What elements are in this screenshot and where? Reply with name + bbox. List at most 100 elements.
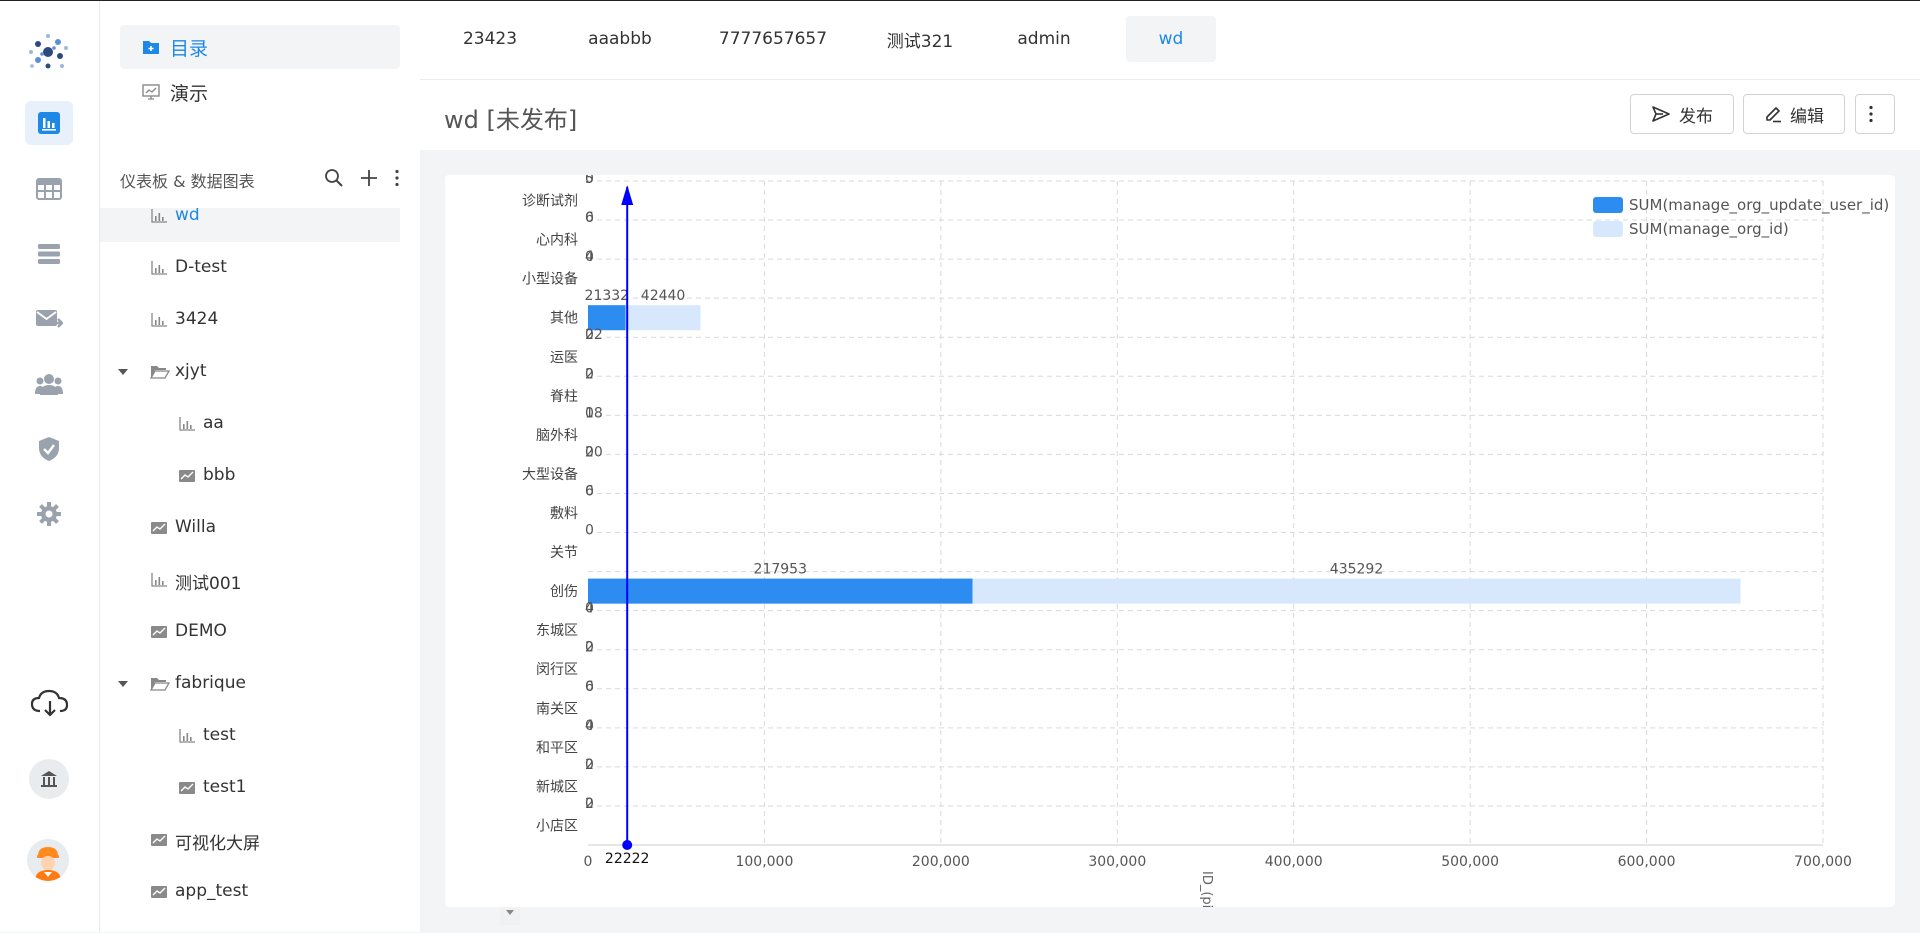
y-category-label: 运医 [550,350,578,366]
y-category-label: 新城区 [536,779,578,795]
tree-folder[interactable]: xjyt [100,346,400,398]
page-title: wd [未发布] [444,100,577,135]
tab-aaabbb[interactable]: aaabbb [560,16,680,62]
y-category-label: 东城区 [536,623,578,639]
publish-button[interactable]: 发布 [1630,94,1734,134]
app-logo[interactable] [26,30,70,74]
resource-tree-panel: 目录 演示 仪表板 & 数据图表 wd D-test 3424 xjyt aa bbb Wi… [100,1,420,932]
y-category-label: 小型设备 [522,271,578,288]
send-icon [1651,105,1671,123]
marker-point [622,840,632,850]
cloud-download-icon[interactable] [30,689,70,721]
caret-down-icon[interactable] [118,681,128,687]
tree-item[interactable]: 可视化大屏 [100,814,400,866]
x-tick-label: 700,000 [1794,854,1852,870]
more-vertical-icon [1868,105,1874,123]
tab-bar: 23423 aaabbb 7777657657 测试321 admin wd [420,1,1920,80]
tree-item-label: Willa [175,517,216,537]
shield-check-icon[interactable] [25,427,73,471]
data-label: 42440 [641,288,686,304]
data-label: 4 [585,718,594,734]
tree-item[interactable]: aa [100,398,400,450]
line-chart-icon [150,624,168,640]
tree-folder[interactable]: fabrique [100,658,400,710]
y-category-label: 创伤 [550,584,578,600]
tree-item-label: test [203,725,236,745]
mode-catalog[interactable]: 目录 [120,25,400,69]
tree-item[interactable]: DEMO [100,606,400,658]
folder-open-icon [150,676,168,692]
mode-presentation[interactable]: 演示 [120,70,400,114]
legend-label: SUM(manage_org_id) [1629,220,1789,239]
marker-arrow-icon [621,185,633,205]
tab-23423[interactable]: 23423 [435,16,545,62]
folder-open-icon [150,364,168,380]
folder-icon [142,38,160,56]
more-vertical-icon[interactable] [394,169,400,191]
mode-catalog-label: 目录 [170,34,208,61]
add-icon[interactable] [360,169,378,191]
line-chart-icon [150,884,168,900]
tree-item-label: 测试001 [175,569,241,594]
tree-item-label: D-test [175,257,227,277]
tree-item[interactable]: app_test [100,866,400,918]
tree-section-header: 仪表板 & 数据图表 [120,167,420,193]
publish-label: 发布 [1679,102,1713,127]
tree-item-label: wd [175,208,200,225]
tree-item[interactable]: D-test [100,242,400,294]
tree-item[interactable]: 3424 [100,294,400,346]
bar-chart[interactable]: 0100,000200,000300,000400,000500,000600,… [445,175,1895,907]
tab-ceshi321[interactable]: 测试321 [865,16,975,62]
scroll-down-icon[interactable] [505,909,515,917]
users-icon[interactable] [25,362,73,406]
line-chart-icon [178,468,196,484]
tree-item[interactable]: Willa [100,502,400,554]
data-label: 6 [585,210,594,226]
data-label: 6 [585,483,594,499]
tree-item-label: aa [203,413,224,433]
legend-swatch [1593,197,1623,213]
bar-chart-icon [150,312,168,328]
data-label: 2 [585,757,594,773]
y-category-label: 闵行区 [536,662,578,678]
dashboard-icon[interactable] [25,101,73,145]
data-label: 22 [585,327,603,343]
tab-admin[interactable]: admin [992,16,1096,62]
tree-item[interactable]: test [100,710,400,762]
gear-icon[interactable] [25,492,73,536]
dashboard-header: wd [未发布] 发布 编辑 [420,80,1920,150]
y-category-label: 其他 [550,311,578,327]
bar-chart-icon [178,416,196,432]
tree-item[interactable]: bbb [100,450,400,502]
data-label: 2 [585,796,594,812]
mode-presentation-label: 演示 [170,79,208,106]
data-label: 18 [585,405,603,421]
bar-chart-icon [150,208,168,224]
search-icon[interactable] [324,168,344,192]
user-avatar[interactable] [27,839,69,881]
database-icon[interactable] [25,232,73,276]
tab-7777657657[interactable]: 7777657657 [698,16,848,62]
tree-item[interactable]: test1 [100,762,400,814]
caret-down-icon[interactable] [118,369,128,375]
x-tick-label: 0 [584,854,593,870]
tree-item-label: fabrique [175,673,246,693]
tree-item[interactable]: 测试001 [100,554,400,606]
tab-wd[interactable]: wd [1126,16,1216,62]
tree-item-label: xjyt [175,361,207,381]
tree-item[interactable]: wd [100,208,400,242]
edit-button[interactable]: 编辑 [1743,94,1845,134]
x-tick-label: 300,000 [1088,854,1146,870]
x-tick-label: 500,000 [1441,854,1499,870]
y-category-label: 心内科 [536,233,578,249]
bank-icon[interactable] [29,759,69,799]
line-chart-icon [150,520,168,536]
presentation-icon [142,83,160,101]
data-label: 21332 [585,288,630,304]
edit-icon [1764,105,1782,123]
table-icon[interactable] [25,167,73,211]
more-button[interactable] [1855,94,1895,134]
tree-item-label: bbb [203,465,235,485]
line-chart-icon [178,780,196,796]
mail-forward-icon[interactable] [25,297,73,341]
